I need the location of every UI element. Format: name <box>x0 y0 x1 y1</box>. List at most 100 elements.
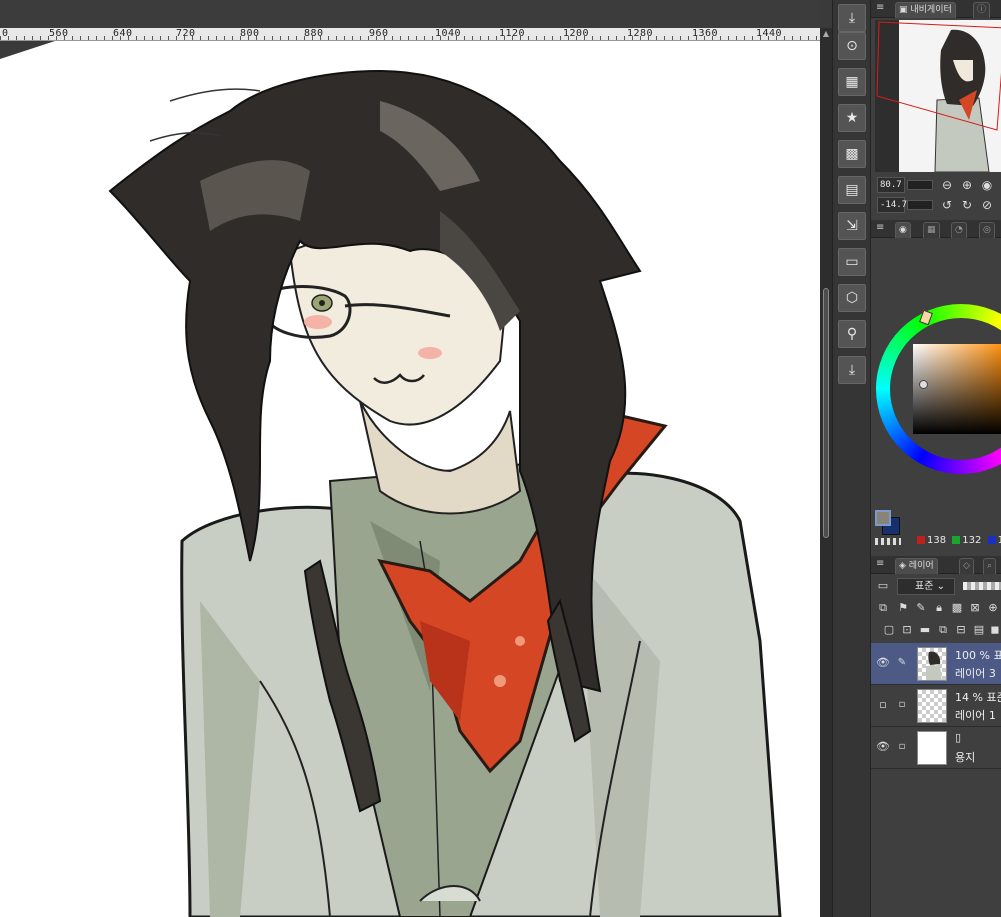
mask-enable-icon[interactable]: ⊠ <box>967 600 983 616</box>
clip-icon[interactable]: ⧉ <box>875 600 891 616</box>
menu-icon[interactable]: ≡ <box>876 223 886 233</box>
copy-layer-icon[interactable]: ⧉ <box>935 622 951 638</box>
layer-row[interactable]: ▫ ▫ 14 % 표준 레이어 1 <box>871 685 1001 727</box>
zoom-value[interactable]: 80.7 <box>877 177 905 193</box>
layer-thumbnail <box>917 647 947 681</box>
transparent-color-swatch[interactable] <box>875 538 901 545</box>
import-icon[interactable]: ⤓ <box>838 356 866 384</box>
blue-value: 12 <box>998 535 1001 546</box>
tab-layer[interactable]: ◈ 레이어 <box>895 558 938 574</box>
menu-icon[interactable]: ≡ <box>876 559 886 569</box>
command-bar: ⌄ <box>0 0 820 28</box>
red-indicator <box>917 536 925 544</box>
ruler-enable-icon[interactable]: ⊕ <box>985 600 1001 616</box>
ruler-label: 0 <box>2 28 9 39</box>
saturation-value-square[interactable] <box>913 344 1001 434</box>
rotate-left-icon[interactable]: ↺ <box>939 197 955 213</box>
panel-icon[interactable]: ▤ <box>838 176 866 204</box>
layer-panel-header: ≡ ◈ 레이어 ◇ ⌕ <box>871 556 1001 574</box>
blue-indicator <box>987 536 996 544</box>
layer-name: 용지 <box>955 751 976 764</box>
opacity-slider[interactable] <box>963 582 1001 590</box>
texture-icon[interactable]: ▩ <box>838 140 866 168</box>
layer-opacity-blend: 100 % 표 <box>955 649 1001 662</box>
rotation-slider[interactable] <box>907 200 933 210</box>
layer-tab-label: 레이어 <box>908 561 934 571</box>
new-vector-layer-icon[interactable]: ⊡ <box>899 622 915 638</box>
canvas-paper[interactable] <box>0 41 820 917</box>
rgb-readout: 138 132 12 <box>917 535 1001 549</box>
3d-icon[interactable]: ⬡ <box>838 284 866 312</box>
new-folder-icon[interactable]: ▬ <box>917 622 933 638</box>
tab-color-set[interactable]: ▦ <box>923 222 940 238</box>
tab-navigator[interactable]: ▣ 내비게이터 <box>895 2 956 18</box>
green-value: 132 <box>962 535 982 546</box>
tab-color-sub[interactable]: ◎ <box>979 222 995 238</box>
zoom-out-icon[interactable]: ⊖ <box>939 177 955 193</box>
layer-row[interactable]: 👁︎ ▫ ▯ 용지 <box>871 727 1001 769</box>
layer-name: 레이어 1 <box>955 709 996 722</box>
tab-info[interactable]: ⓘ <box>973 2 991 18</box>
fit-view-icon[interactable]: ◉ <box>979 177 995 193</box>
rotation-value[interactable]: -14.7 <box>877 197 907 213</box>
tab-color-history[interactable]: ◔ <box>951 222 967 238</box>
search-layer-icon[interactable]: ⊙ <box>838 32 866 60</box>
layer-actions-row: ▢ ⊡ ▬ ⧉ ⊟ ▤ ◼ <box>871 619 1001 641</box>
layer-opacity-blend: 14 % 표준 <box>955 691 1001 704</box>
layer-color-icon[interactable]: ▭ <box>875 578 891 594</box>
color-picker-cursor[interactable] <box>919 380 928 389</box>
blend-mode-label: 표준 <box>915 581 934 592</box>
layer-mask-icon[interactable]: ◼ <box>987 622 1001 638</box>
draft-layer-icon[interactable]: ✎ <box>913 600 929 616</box>
transform-icon[interactable]: ⇲ <box>838 212 866 240</box>
green-indicator <box>952 536 961 544</box>
main-color-swatch[interactable] <box>875 510 891 526</box>
color-panel-header: ≡ ◉ ▦ ◔ ◎ <box>871 220 1001 238</box>
layer-select-box[interactable]: ▫ <box>895 698 909 712</box>
eye-icon[interactable]: 👁︎ <box>876 656 890 670</box>
new-raster-layer-icon[interactable]: ▢ <box>881 622 897 638</box>
blending-mode-select[interactable]: 표준 ⌄ <box>897 578 955 595</box>
canvas-vertical-scrollbar[interactable]: ▲ <box>820 28 832 917</box>
pen-icon[interactable]: ✎ <box>895 656 909 670</box>
zoom-slider[interactable] <box>907 180 933 190</box>
lock-transparency-icon[interactable]: ▩ <box>949 600 965 616</box>
navigator-preview[interactable] <box>875 20 1001 172</box>
layer-toggle-row: ⧉ ⚑ ✎ 🔒︎ ▩ ⊠ ⊕ <box>871 597 1001 619</box>
ruler-label: 1360 <box>692 28 719 39</box>
figure-icon[interactable]: ⚲ <box>838 320 866 348</box>
ruler-label: 640 <box>113 28 133 39</box>
app-window: ⌄ 0 560 640 720 800 880 960 1040 1120 12… <box>0 0 1001 917</box>
merge-layer-icon[interactable]: ⊟ <box>953 622 969 638</box>
tab-layer-search[interactable]: ⌕ <box>983 558 997 574</box>
reference-layer-icon[interactable]: ⚑ <box>895 600 911 616</box>
folder-icon[interactable]: ▭ <box>838 248 866 276</box>
blend-mode-row: ▭ 표준 ⌄ <box>871 575 1001 597</box>
ruler-label: 960 <box>369 28 389 39</box>
rotate-right-icon[interactable]: ↻ <box>959 197 975 213</box>
layer-thumbnail <box>917 731 947 765</box>
horizontal-ruler: 0 560 640 720 800 880 960 1040 1120 1200… <box>0 28 820 41</box>
ruler-label: 880 <box>304 28 324 39</box>
eye-icon[interactable]: 👁︎ <box>876 740 890 754</box>
layer-row[interactable]: 👁︎ ✎ 100 % 표 레이어 3 <box>871 643 1001 685</box>
lock-icon[interactable]: 🔒︎ <box>931 600 947 616</box>
menu-icon[interactable]: ≡ <box>876 3 886 13</box>
reset-rotation-icon[interactable]: ⊘ <box>979 197 995 213</box>
star-icon[interactable]: ★ <box>838 104 866 132</box>
layer-select-box[interactable]: ▫ <box>895 740 909 754</box>
canvas-area[interactable]: ⌄ 0 560 640 720 800 880 960 1040 1120 12… <box>0 0 820 917</box>
download-icon[interactable]: ⤓ <box>838 4 866 32</box>
chevron-down-icon[interactable]: ⌄ <box>818 5 820 19</box>
tab-layer-property[interactable]: ◇ <box>959 558 974 574</box>
delete-layer-icon[interactable]: ▤ <box>971 622 987 638</box>
ruler-label: 1200 <box>563 28 590 39</box>
visibility-toggle-off[interactable]: ▫ <box>876 698 890 712</box>
scrollbar-thumb[interactable] <box>823 288 829 538</box>
grid-icon[interactable]: ▦ <box>838 68 866 96</box>
scroll-up-icon[interactable]: ▲ <box>820 28 832 40</box>
ruler-label: 800 <box>240 28 260 39</box>
tab-color-wheel[interactable]: ◉ <box>895 222 911 238</box>
navigator-rotate-row: -14.7 ↺ ↻ ⊘ <box>877 197 1001 213</box>
zoom-in-icon[interactable]: ⊕ <box>959 177 975 193</box>
